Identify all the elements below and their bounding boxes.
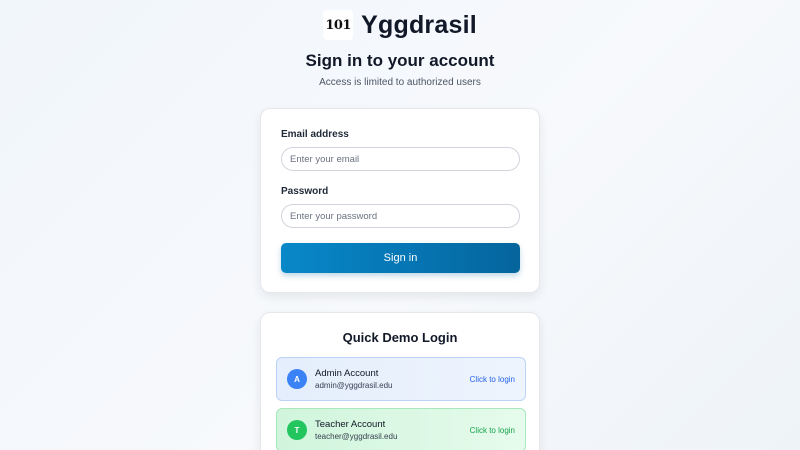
avatar: T bbox=[287, 420, 307, 440]
avatar: A bbox=[287, 369, 307, 389]
login-card: Email address Password Sign in bbox=[260, 108, 540, 293]
demo-account-name: Teacher Account bbox=[315, 419, 386, 430]
sign-in-button[interactable]: Sign in bbox=[281, 243, 520, 273]
page-subtitle: Access is limited to authorized users bbox=[319, 77, 481, 88]
page-title: Sign in to your account bbox=[305, 51, 495, 70]
demo-account-email: admin@yggdrasil.edu bbox=[315, 381, 393, 390]
quick-demo-title: Quick Demo Login bbox=[342, 330, 458, 345]
demo-account-email: teacher@yggdrasil.edu bbox=[315, 432, 398, 441]
demo-account-admin[interactable]: A Admin Account admin@yggdrasil.edu Clic… bbox=[276, 357, 526, 401]
demo-account-teacher[interactable]: T Teacher Account teacher@yggdrasil.edu … bbox=[276, 408, 526, 450]
app-name: Yggdrasil bbox=[361, 10, 477, 39]
password-field[interactable] bbox=[281, 204, 520, 228]
quick-demo-card: Quick Demo Login A Admin Account admin@y… bbox=[260, 312, 540, 450]
demo-account-info: Teacher Account teacher@yggdrasil.edu bbox=[315, 419, 470, 441]
click-to-login-link[interactable]: Click to login bbox=[470, 375, 515, 384]
app-logo: 101 bbox=[323, 10, 354, 40]
demo-account-info: Admin Account admin@yggdrasil.edu bbox=[315, 368, 470, 390]
email-field[interactable] bbox=[281, 147, 520, 171]
click-to-login-link[interactable]: Click to login bbox=[470, 426, 515, 435]
email-label: Email address bbox=[281, 129, 349, 140]
demo-account-name: Admin Account bbox=[315, 368, 379, 379]
brand-header: 101 Yggdrasil bbox=[0, 10, 800, 40]
password-label: Password bbox=[281, 186, 329, 197]
